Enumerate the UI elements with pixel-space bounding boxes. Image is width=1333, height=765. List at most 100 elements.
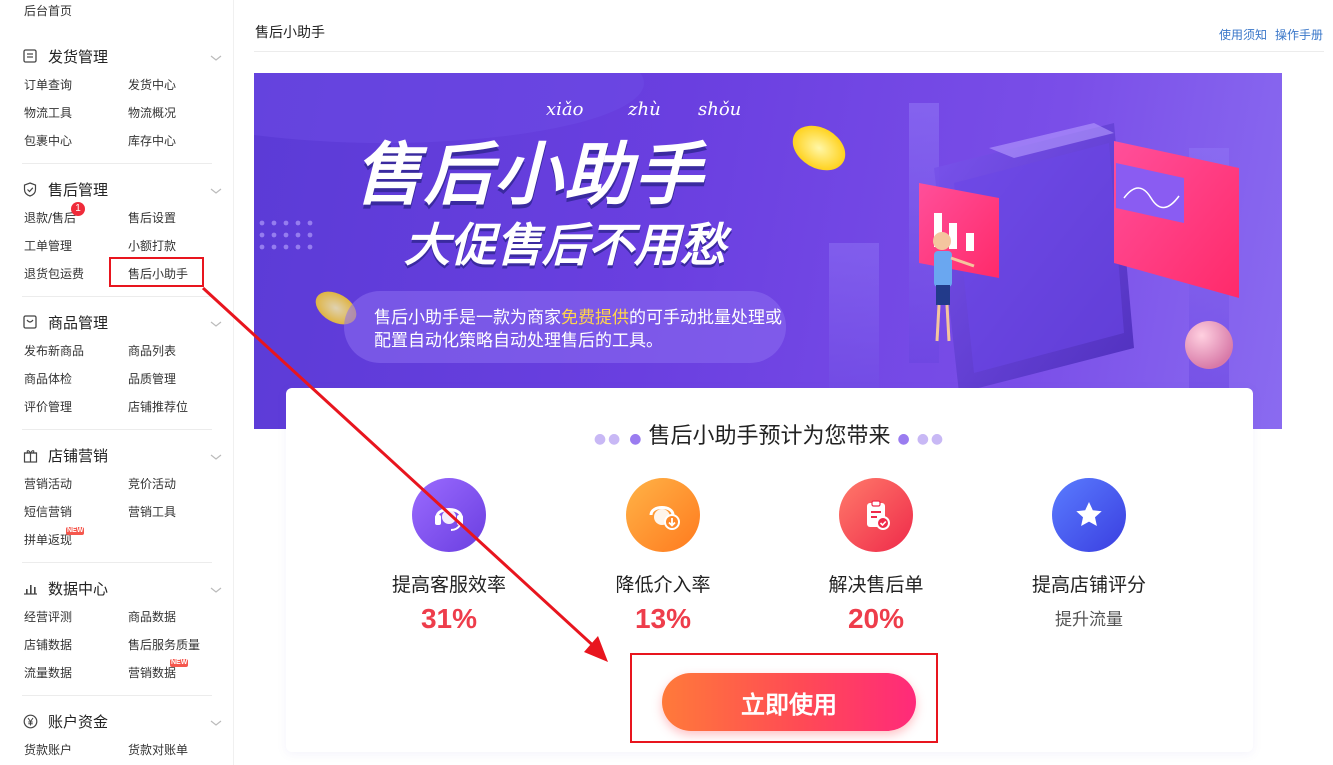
card-title: ●● ● 售后小助手预计为您带来 ● ●● (286, 418, 1253, 450)
desc-text: 售后小助手是一款为商家 (374, 308, 561, 328)
sidebar-item[interactable]: 营销活动 (24, 475, 72, 492)
sidebar: 后台首页 发货管理 订单查询 发货中心 物流工具 物流概况 包裹中心 库存中心 … (0, 0, 234, 765)
sidebar-item[interactable]: 品质管理 (128, 370, 176, 387)
header-links: 使用须知 操作手册 (1219, 26, 1323, 43)
notification-badge: 1 (71, 202, 85, 216)
new-badge: NEW (170, 659, 189, 667)
pinyin-label: xiǎo (546, 99, 584, 120)
usage-notice-link[interactable]: 使用须知 (1219, 26, 1267, 43)
sidebar-item[interactable]: 退货包运费 (24, 265, 84, 282)
shield-icon (22, 181, 38, 197)
sidebar-item[interactable]: 短信营销 (24, 503, 72, 520)
gift-icon (22, 447, 38, 463)
sidebar-item[interactable]: 发布新商品 (24, 342, 84, 359)
sidebar-item[interactable]: 库存中心 (128, 132, 176, 149)
sidebar-item[interactable]: 订单查询 (24, 76, 72, 93)
sidebar-group-title: 账户资金 (48, 712, 109, 731)
highlight-box (630, 653, 938, 743)
divider (22, 429, 212, 430)
sidebar-item[interactable]: 商品体检 (24, 370, 72, 387)
divider (22, 695, 212, 696)
banner-description: 售后小助手是一款为商家免费提供的可手动批量处理或配置自动化策略自动处理售后的工具… (374, 307, 784, 353)
product-box-icon (22, 314, 38, 330)
chevron-down-icon[interactable] (210, 182, 222, 194)
pinyin-label: zhù (628, 99, 661, 120)
sidebar-item[interactable]: 货款账户 (24, 741, 72, 758)
benefit-label: 提高客服效率 (391, 574, 506, 596)
sidebar-item[interactable]: 售后服务质量 (128, 636, 200, 653)
sidebar-item[interactable]: 货款对账单 (128, 741, 188, 758)
sidebar-item[interactable]: 包裹中心 (24, 132, 72, 149)
sidebar-group-title: 售后管理 (48, 180, 109, 199)
chevron-down-icon[interactable] (210, 581, 222, 593)
banner-title: 售后小助手 (354, 136, 705, 215)
chevron-down-icon[interactable] (210, 714, 222, 726)
banner-subtitle: 大促售后不用愁 (404, 218, 726, 272)
dots-decoration: ●● (916, 431, 946, 447)
desc-highlight: 免费提供 (561, 308, 629, 328)
sidebar-item[interactable]: 小额打款 (128, 237, 176, 254)
sidebar-group-title: 发货管理 (48, 47, 109, 66)
sidebar-item[interactable]: 物流工具 (24, 104, 72, 121)
sidebar-group-header[interactable]: 商品管理 (22, 311, 222, 333)
sidebar-item[interactable]: 营销工具 (128, 503, 176, 520)
divider (22, 296, 212, 297)
star-icon (1052, 478, 1126, 552)
clipboard-check-icon (839, 478, 913, 552)
dots-decoration: ● (897, 431, 910, 447)
pinyin-label: shǒu (698, 99, 742, 120)
benefit-item: 降低介入率 13% (563, 478, 763, 635)
sidebar-item[interactable]: 发货中心 (128, 76, 176, 93)
document-icon (22, 48, 38, 64)
sidebar-item[interactable]: 竞价活动 (128, 475, 176, 492)
benefit-item: 提高店铺评分 提升流量 (989, 478, 1189, 630)
bar-chart-icon (22, 580, 38, 596)
benefit-label: 解决售后单 (828, 574, 924, 596)
sidebar-item[interactable]: 售后设置 (128, 209, 176, 226)
dots-decoration: ● (629, 431, 642, 447)
benefit-value: 13% (634, 603, 692, 634)
sidebar-item[interactable]: 商品数据 (128, 608, 176, 625)
benefit-item: 解决售后单 20% (776, 478, 976, 635)
sidebar-group-header[interactable]: 账户资金 (22, 710, 222, 732)
highlight-box (109, 257, 204, 287)
sidebar-group-title: 数据中心 (48, 579, 109, 598)
sidebar-item[interactable]: 工单管理 (24, 237, 72, 254)
benefit-value: 31% (420, 603, 478, 634)
service-down-icon (626, 478, 700, 552)
benefit-label: 降低介入率 (615, 574, 711, 596)
divider (254, 51, 1324, 52)
sidebar-item[interactable]: 店铺推荐位 (128, 398, 188, 415)
benefit-value: 20% (847, 603, 905, 634)
chevron-down-icon[interactable] (210, 49, 222, 61)
sidebar-item-home[interactable]: 后台首页 (24, 2, 72, 19)
benefit-item: 提高客服效率 31% (349, 478, 549, 635)
sidebar-item[interactable]: 商品列表 (128, 342, 176, 359)
sidebar-group-header[interactable]: 发货管理 (22, 45, 222, 67)
sidebar-item[interactable]: 经营评测 (24, 608, 72, 625)
sidebar-item[interactable]: 营销数据 (128, 664, 176, 681)
divider (22, 163, 212, 164)
divider (22, 562, 212, 563)
sidebar-group-title: 店铺营销 (48, 446, 109, 465)
promo-banner: xiǎo zhù shǒu 售后小助手 大促售后不用愁 售后小助手是一款为商家免… (254, 73, 1282, 429)
dots-decoration: ●● (593, 431, 623, 447)
sidebar-item[interactable]: 店铺数据 (24, 636, 72, 653)
manual-link[interactable]: 操作手册 (1275, 26, 1323, 43)
sidebar-item[interactable]: 物流概况 (128, 104, 176, 121)
chevron-down-icon[interactable] (210, 315, 222, 327)
page-title: 售后小助手 (255, 25, 325, 41)
sidebar-item[interactable]: 评价管理 (24, 398, 72, 415)
benefit-subtext: 提升流量 (1055, 610, 1123, 630)
sidebar-group-header[interactable]: 数据中心 (22, 577, 222, 599)
sidebar-item[interactable]: 拼单返现 (24, 531, 72, 548)
sidebar-item-refund[interactable]: 退款/售后 (24, 209, 76, 226)
new-badge: NEW (66, 527, 85, 535)
card-title-text: 售后小助手预计为您带来 (648, 424, 891, 449)
sidebar-item[interactable]: 流量数据 (24, 664, 72, 681)
headset-icon (412, 478, 486, 552)
sidebar-group-header[interactable]: 售后管理 (22, 178, 222, 200)
yen-icon (22, 713, 38, 729)
sidebar-group-header[interactable]: 店铺营销 (22, 444, 222, 466)
chevron-down-icon[interactable] (210, 448, 222, 460)
